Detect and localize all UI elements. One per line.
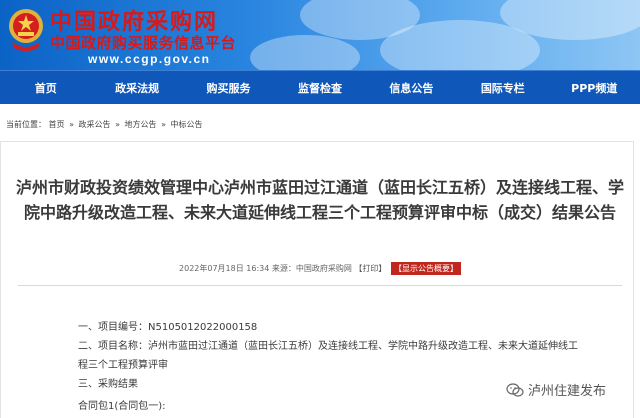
breadcrumb-link-notices[interactable]: 政采公告 (79, 120, 111, 129)
article-date-source: 2022年07月18日 16:34 来源：中国政府采购网 (179, 264, 352, 273)
print-link[interactable]: 【打印】 (354, 264, 386, 273)
nav-item-international[interactable]: 国际专栏 (457, 80, 548, 96)
nav-item-purchase-services[interactable]: 购买服务 (183, 80, 274, 96)
project-name-continuation: 程三个工程预算评审 (78, 360, 168, 371)
site-url: www.ccgp.gov.cn (88, 52, 211, 66)
national-emblem-icon (9, 9, 43, 51)
breadcrumb-separator: » (161, 120, 166, 129)
watermark: 泸州住建发布 (506, 380, 606, 399)
show-summary-button[interactable]: 【显示公告概要】 (390, 262, 461, 275)
breadcrumb-link-home[interactable]: 首页 (49, 120, 65, 129)
site-subtitle: 中国政府购买服务信息平台 (50, 34, 237, 52)
wechat-icon (506, 382, 524, 397)
project-number-line: 一、项目编号：N5105012022000158 (78, 322, 258, 333)
nav-item-ppp[interactable]: PPP频道 (549, 80, 640, 96)
cloud-decoration (250, 35, 360, 70)
breadcrumb-separator: » (115, 120, 120, 129)
nav-item-announcements[interactable]: 信息公告 (366, 80, 457, 96)
article-title: 泸州市财政投资绩效管理中心泸州市蓝田过江通道（蓝田长江五桥）及连接线工程、学院中… (16, 178, 625, 222)
procurement-result-heading: 三、采购结果 (78, 379, 138, 390)
breadcrumb-link-local[interactable]: 地方公告 (125, 120, 157, 129)
nav-item-regulations[interactable]: 政采法规 (91, 80, 182, 96)
contract-package-line: 合同包1(合同包一): (78, 401, 166, 412)
breadcrumb: 当前位置： 首页 » 政采公告 » 地方公告 » 中标公告 (6, 119, 203, 130)
project-name-line: 二、项目名称：泸州市蓝田过江通道（蓝田长江五桥）及连接线工程、学院中路升级改造工… (78, 341, 578, 352)
breadcrumb-separator: » (69, 120, 74, 129)
watermark-text: 泸州住建发布 (528, 384, 607, 399)
article-meta: 2022年07月18日 16:34 来源：中国政府采购网 【打印】 【显示公告概… (0, 262, 640, 275)
divider (18, 285, 622, 286)
nav-item-home[interactable]: 首页 (0, 80, 91, 96)
breadcrumb-prefix: 当前位置： (6, 120, 46, 129)
main-nav: 首页 政采法规 购买服务 监督检查 信息公告 国际专栏 PPP频道 (0, 70, 640, 104)
site-banner: 中国政府采购网 中国政府购买服务信息平台 www.ccgp.gov.cn (0, 0, 640, 70)
breadcrumb-link-award[interactable]: 中标公告 (171, 120, 203, 129)
nav-item-supervision[interactable]: 监督检查 (274, 80, 365, 96)
